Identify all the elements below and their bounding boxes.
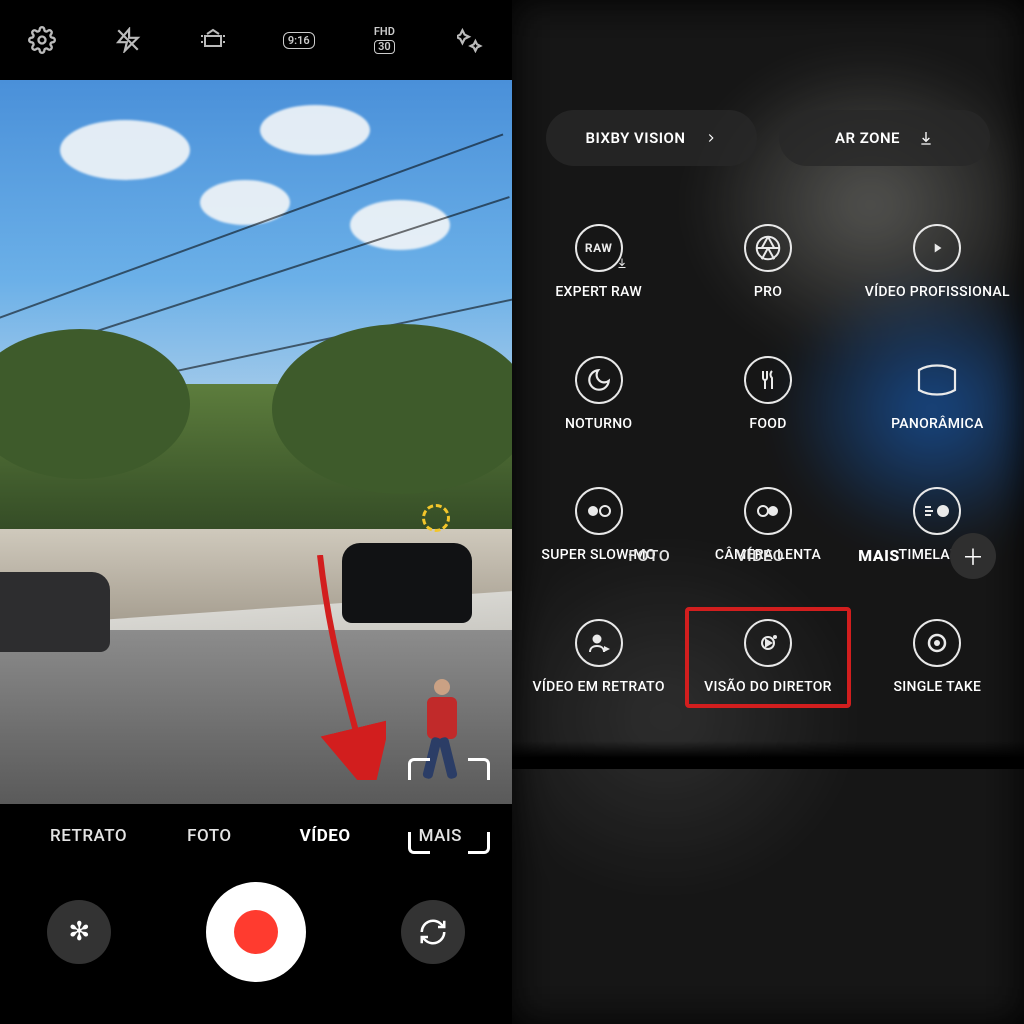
aspect-ratio-value: 9:16	[283, 32, 315, 49]
food-icon	[744, 356, 792, 404]
panorama-button[interactable]: PANORÂMICA	[857, 346, 1018, 444]
resolution-fps: 30	[374, 40, 395, 54]
camera-panel-right: BIXBY VISION AR ZONE RAW EXPERT RAW PRO …	[512, 0, 1024, 1024]
expert-raw-label: EXPERT RAW	[555, 284, 642, 302]
slowmo-icon	[744, 487, 792, 535]
bixby-vision-label: BIXBY VISION	[585, 129, 685, 147]
bixby-vision-chip[interactable]: BIXBY VISION	[546, 110, 757, 166]
face-detect-marker	[422, 504, 450, 532]
mode-grid: RAW EXPERT RAW PRO VÍDEO PROFISSIONAL NO…	[512, 166, 1024, 706]
pro-video-label: VÍDEO PROFISSIONAL	[865, 284, 1010, 302]
mode-strip-left[interactable]: RETRATO FOTO VÍDEO MAIS	[0, 818, 512, 854]
chevron-right-icon	[704, 131, 718, 145]
portrait-video-icon	[575, 619, 623, 667]
portrait-video-label: VÍDEO EM RETRATO	[533, 679, 665, 697]
shutter-row: ✻	[0, 872, 512, 992]
motion-photo-icon[interactable]	[195, 22, 231, 58]
pro-button[interactable]: PRO	[687, 214, 848, 312]
moon-icon	[575, 356, 623, 404]
ar-zone-chip[interactable]: AR ZONE	[779, 110, 990, 166]
mode-foto-right[interactable]: FOTO	[616, 538, 682, 573]
single-take-button[interactable]: SINGLE TAKE	[857, 609, 1018, 707]
effects-icon[interactable]	[452, 22, 488, 58]
mode-mais[interactable]: MAIS	[407, 818, 474, 854]
director-view-button[interactable]: VISÃO DO DIRETOR	[687, 609, 848, 707]
director-icon	[744, 619, 792, 667]
settings-icon[interactable]	[24, 22, 60, 58]
food-label: FOOD	[749, 416, 786, 434]
noturno-button[interactable]: NOTURNO	[518, 346, 679, 444]
top-chips: BIXBY VISION AR ZONE	[512, 0, 1024, 166]
viewfinder[interactable]	[0, 80, 512, 804]
add-mode-button[interactable]: ＋	[950, 533, 996, 579]
timelapse-icon	[913, 487, 961, 535]
top-toolbar: 9:16 FHD 30	[0, 0, 512, 80]
director-view-label: VISÃO DO DIRETOR	[704, 679, 832, 697]
pro-video-button[interactable]: VÍDEO PROFISSIONAL	[857, 214, 1018, 312]
super-slowmo-icon	[575, 487, 623, 535]
download-icon	[918, 130, 934, 146]
flash-off-icon[interactable]	[110, 22, 146, 58]
mode-mais-right[interactable]: MAIS	[838, 538, 920, 573]
noturno-label: NOTURNO	[565, 416, 632, 434]
resolution-badge[interactable]: FHD 30	[366, 22, 402, 58]
aspect-ratio-badge[interactable]: 9:16	[281, 22, 317, 58]
ar-zone-label: AR ZONE	[835, 129, 900, 147]
aperture-icon	[744, 224, 792, 272]
gallery-button[interactable]: ✻	[47, 900, 111, 964]
mode-strip-right[interactable]: FOTO VÍDEO MAIS ＋	[512, 538, 1024, 573]
switch-camera-button[interactable]	[401, 900, 465, 964]
food-button[interactable]: FOOD	[687, 346, 848, 444]
panorama-label: PANORÂMICA	[891, 416, 983, 434]
camera-panel-left: 9:16 FHD 30 RETRATO	[0, 0, 512, 1024]
pro-label: PRO	[754, 284, 782, 302]
mode-video[interactable]: VÍDEO	[280, 818, 371, 854]
mode-video-right[interactable]: VÍDEO	[724, 538, 796, 573]
panorama-icon	[913, 356, 961, 404]
single-take-label: SINGLE TAKE	[893, 679, 981, 697]
raw-icon: RAW	[575, 224, 623, 272]
record-button[interactable]	[206, 882, 306, 982]
expert-raw-button[interactable]: RAW EXPERT RAW	[518, 214, 679, 312]
pro-video-icon	[913, 224, 961, 272]
mode-retrato[interactable]: RETRATO	[38, 818, 139, 854]
single-take-icon	[913, 619, 961, 667]
resolution-label: FHD	[374, 26, 395, 38]
mode-foto[interactable]: FOTO	[175, 818, 244, 854]
portrait-video-button[interactable]: VÍDEO EM RETRATO	[518, 609, 679, 707]
